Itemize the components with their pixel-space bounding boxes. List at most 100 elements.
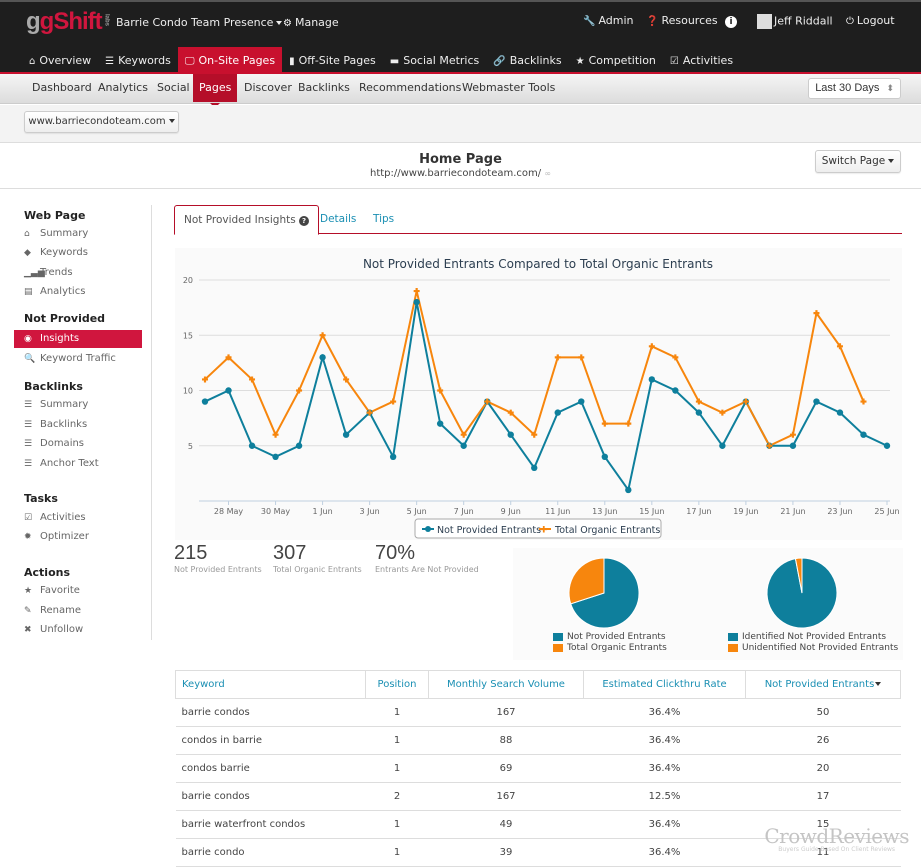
data-point-not-provided[interactable] — [625, 486, 632, 494]
legend-label-not-provided[interactable]: Not Provided Entrants — [437, 525, 541, 536]
data-point-not-provided[interactable] — [813, 398, 820, 405]
sidebar-item-insights[interactable]: ◉ Insights — [14, 330, 142, 348]
admin-link[interactable]: 🔧 Admin — [583, 14, 634, 27]
data-point-total-organic[interactable] — [390, 398, 397, 405]
sidebar-item-keywords[interactable]: ◆ Keywords — [14, 244, 142, 262]
subnav-backlinks[interactable]: Backlinks — [292, 74, 356, 102]
sidebar-item-optimizer[interactable]: ✹ Optimizer — [14, 528, 142, 546]
nav-overview[interactable]: ⌂ Overview — [22, 47, 98, 74]
data-point-not-provided[interactable] — [883, 442, 891, 449]
subnav-dashboard[interactable]: Dashboard — [26, 74, 98, 102]
sidebar-item-activities[interactable]: ☑ Activities — [14, 509, 142, 527]
tab-details[interactable]: Details — [311, 205, 365, 234]
data-point-not-provided[interactable] — [389, 453, 397, 460]
data-point-total-organic[interactable] — [578, 354, 585, 361]
data-point-not-provided[interactable] — [789, 442, 797, 449]
data-point-not-provided[interactable] — [578, 398, 585, 405]
gshift-logo[interactable]: ggShift labs — [26, 8, 110, 36]
sidebar-item-backlinks[interactable]: ☰ Backlinks — [14, 416, 142, 434]
col-estimated-clickthru-rate[interactable]: Estimated Clickthru Rate — [583, 670, 746, 699]
sidebar-item-summary[interactable]: ⌂ Summary — [14, 225, 142, 243]
col-keyword[interactable]: Keyword — [175, 670, 366, 699]
data-point-not-provided[interactable] — [436, 420, 444, 427]
info-button[interactable]: i — [725, 14, 740, 28]
data-point-total-organic[interactable] — [413, 288, 420, 295]
tab-not-provided-insights[interactable]: Not Provided Insights ? — [174, 205, 320, 235]
data-point-not-provided[interactable] — [248, 442, 256, 449]
data-point-total-organic[interactable] — [554, 354, 561, 361]
data-point-total-organic[interactable] — [648, 343, 655, 350]
data-point-not-provided[interactable] — [719, 442, 726, 449]
data-point-not-provided[interactable] — [342, 431, 350, 438]
date-range-select[interactable]: Last 30 Days ⬍ — [808, 78, 901, 99]
switch-page-button[interactable]: Switch Page — [815, 150, 901, 173]
data-point-total-organic[interactable] — [601, 420, 608, 427]
data-point-total-organic[interactable] — [719, 409, 726, 416]
data-point-not-provided[interactable] — [860, 431, 867, 438]
external-link-icon[interactable]: ∞ — [544, 169, 551, 178]
tab-tips[interactable]: Tips — [364, 205, 403, 234]
nav-backlinks[interactable]: 🔗 Backlinks — [486, 47, 568, 74]
logout-link[interactable]: ⏻ Logout — [846, 14, 895, 27]
table-row[interactable]: barrie condos 2 167 12.5% 17 — [175, 782, 901, 811]
subnav-social[interactable]: Social — [151, 74, 196, 102]
subnav-pages[interactable]: Pages — [193, 74, 238, 108]
sidebar-item-trends[interactable]: ▁▃▅Trends — [14, 264, 142, 282]
pie2-legend-unidentified[interactable]: Unidentified Not Provided Entrants — [728, 643, 898, 653]
data-point-total-organic[interactable] — [625, 420, 632, 427]
data-point-not-provided[interactable] — [201, 398, 209, 405]
sidebar-item-rename[interactable]: ✎ Rename — [14, 602, 142, 620]
nav-activities[interactable]: ☑ Activities — [663, 47, 740, 74]
help-icon[interactable]: ? — [299, 216, 310, 226]
nav-social-metrics[interactable]: ▬ Social Metrics — [383, 47, 487, 74]
data-point-not-provided[interactable] — [225, 387, 232, 394]
nav-on-site-pages[interactable]: 🖵 On-Site Pages — [177, 47, 283, 74]
data-point-not-provided[interactable] — [672, 387, 679, 394]
nav-off-site-pages[interactable]: ▮ Off-Site Pages — [282, 47, 383, 74]
manage-link[interactable]: ⚙ Manage — [283, 16, 339, 29]
data-point-not-provided[interactable] — [836, 409, 844, 416]
data-point-not-provided[interactable] — [460, 442, 467, 449]
sidebar-item-analytics[interactable]: ▤ Analytics — [14, 283, 142, 301]
user-menu[interactable]: Jeff Riddall — [757, 14, 833, 29]
legend-label-total-organic[interactable]: Total Organic Entrants — [554, 525, 660, 536]
subnav-analytics[interactable]: Analytics — [92, 74, 154, 102]
data-point-not-provided[interactable] — [507, 431, 514, 438]
data-point-not-provided[interactable] — [695, 409, 703, 416]
subnav-recommendations[interactable]: Recommendations — [353, 74, 467, 102]
sidebar-item-keyword-traffic[interactable]: 🔍 Keyword Traffic — [14, 350, 142, 368]
page-url[interactable]: http://www.barriecondoteam.com/ ∞ — [0, 168, 921, 179]
data-point-not-provided[interactable] — [554, 409, 561, 416]
data-point-not-provided[interactable] — [648, 376, 656, 383]
sidebar-item-unfollow[interactable]: ✖ Unfollow — [14, 621, 142, 639]
pie1-legend-total-organic[interactable]: Total Organic Entrants — [553, 643, 667, 653]
sidebar-item-backlinks-summary[interactable]: ☰ Summary — [14, 396, 142, 414]
pie2-legend-identified[interactable]: Identified Not Provided Entrants — [728, 632, 886, 642]
sidebar-item-anchor-text[interactable]: ☰ Anchor Text — [14, 455, 142, 473]
account-selector[interactable]: Barrie Condo Team Presence — [116, 16, 283, 29]
site-selector[interactable]: www.barriecondoteam.com — [24, 111, 179, 133]
col-not-provided-entrants[interactable]: Not Provided Entrants — [745, 670, 901, 699]
col-position[interactable]: Position — [365, 670, 429, 699]
nav-keywords[interactable]: ☰ Keywords — [98, 47, 178, 74]
data-point-total-organic[interactable] — [860, 398, 867, 405]
data-point-not-provided[interactable] — [319, 354, 326, 361]
resources-link[interactable]: ❓ Resources — [646, 14, 718, 27]
data-point-total-organic[interactable] — [789, 431, 796, 438]
data-point-not-provided[interactable] — [272, 453, 279, 460]
subnav-discover[interactable]: Discover — [238, 74, 298, 102]
pie1-legend-not-provided[interactable]: Not Provided Entrants — [553, 632, 666, 642]
stat-label: Total Organic Entrants — [273, 565, 362, 574]
data-point-not-provided[interactable] — [295, 442, 303, 449]
table-row[interactable]: condos barrie 1 69 36.4% 20 — [175, 754, 901, 783]
sidebar-item-favorite[interactable]: ★ Favorite — [14, 582, 142, 600]
table-row[interactable]: condos in barrie 1 88 36.4% 26 — [175, 726, 901, 755]
data-point-not-provided[interactable] — [413, 298, 420, 306]
table-row[interactable]: barrie condos 1 167 36.4% 50 — [175, 698, 901, 727]
sidebar-item-domains[interactable]: ☰ Domains — [14, 435, 142, 453]
nav-competition[interactable]: ★ Competition — [569, 47, 663, 74]
data-point-not-provided[interactable] — [601, 453, 608, 460]
data-point-not-provided[interactable] — [531, 464, 538, 472]
col-monthly-search-volume[interactable]: Monthly Search Volume — [428, 670, 584, 699]
subnav-webmaster-tools[interactable]: Webmaster Tools — [456, 74, 561, 102]
